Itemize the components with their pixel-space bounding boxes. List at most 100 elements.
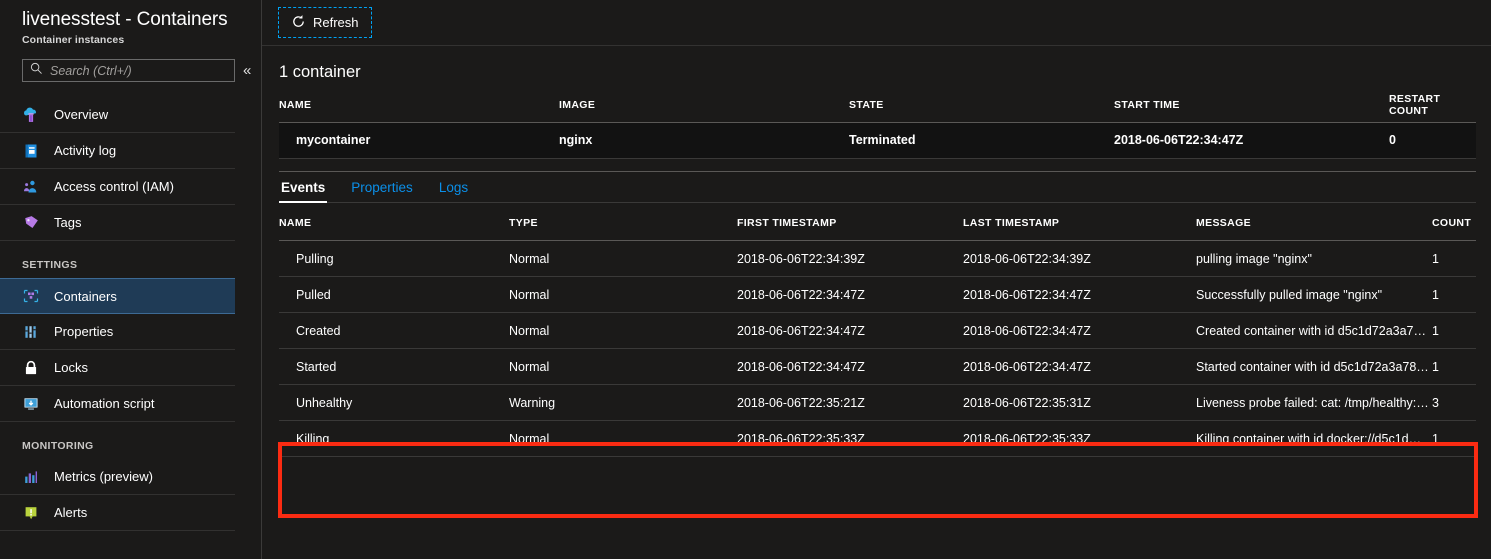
sidebar-item-activity-log[interactable]: Activity log (0, 133, 235, 169)
sidebar-item-properties[interactable]: Properties (0, 314, 235, 350)
detail-tabs-wrapper: Events Properties Logs (262, 170, 1491, 203)
cell-event-type: Normal (509, 348, 737, 385)
cell-event-name: Pulled (279, 276, 509, 313)
table-row[interactable]: Killing Normal 2018-06-06T22:35:33Z 2018… (279, 420, 1476, 457)
blade-content: Refresh 1 container NAME IMAGE STATE STA… (262, 0, 1491, 559)
cell-event-last-timestamp: 2018-06-06T22:35:31Z (963, 384, 1196, 421)
table-row[interactable]: Pulling Normal 2018-06-06T22:34:39Z 2018… (279, 240, 1476, 277)
cell-event-first-timestamp: 2018-06-06T22:34:47Z (737, 312, 963, 349)
activity-log-icon (22, 142, 40, 160)
cell-event-count: 1 (1432, 240, 1476, 277)
cell-event-last-timestamp: 2018-06-06T22:34:39Z (963, 240, 1196, 277)
properties-icon (22, 323, 40, 341)
tab-events[interactable]: Events (279, 180, 328, 203)
cloud-pillar-icon (22, 106, 40, 124)
column-header-name[interactable]: NAME (279, 206, 509, 241)
cell-container-start-time: 2018-06-06T22:34:47Z (1114, 122, 1389, 159)
cell-event-type: Normal (509, 312, 737, 349)
lock-icon (22, 359, 40, 377)
cell-event-message: Liveness probe failed: cat: /tmp/healthy… (1196, 384, 1432, 421)
column-header-type[interactable]: TYPE (509, 206, 737, 241)
cell-container-restart-count: 0 (1389, 122, 1476, 159)
containers-icon (22, 287, 40, 305)
events-table-wrapper: NAME TYPE FIRST TIMESTAMP LAST TIMESTAMP… (262, 203, 1491, 457)
tag-icon (22, 214, 40, 232)
sidebar-item-label: Containers (54, 288, 117, 304)
cell-event-first-timestamp: 2018-06-06T22:35:21Z (737, 384, 963, 421)
column-header-last-timestamp[interactable]: LAST TIMESTAMP (963, 206, 1196, 241)
refresh-label: Refresh (313, 15, 359, 30)
cell-event-count: 3 (1432, 384, 1476, 421)
events-header-row: NAME TYPE FIRST TIMESTAMP LAST TIMESTAMP… (279, 206, 1476, 241)
containers-header-row: NAME IMAGE STATE START TIME RESTART COUN… (279, 88, 1476, 123)
cell-event-last-timestamp: 2018-06-06T22:35:33Z (963, 420, 1196, 457)
sidebar-item-label: Locks (54, 360, 88, 375)
blade-sidebar: livenesstest - Containers Container inst… (0, 0, 262, 559)
containers-table-wrapper: NAME IMAGE STATE START TIME RESTART COUN… (262, 82, 1491, 159)
containers-table: NAME IMAGE STATE START TIME RESTART COUN… (279, 88, 1476, 159)
cell-container-image: nginx (559, 122, 849, 159)
table-row[interactable]: Unhealthy Warning 2018-06-06T22:35:21Z 2… (279, 384, 1476, 421)
sidebar-item-automation-script[interactable]: Automation script (0, 386, 235, 422)
column-header-state[interactable]: STATE (849, 88, 1114, 123)
sidebar-nav: Overview Activity log Access control (IA… (0, 97, 261, 531)
sidebar-item-label: Alerts (54, 505, 88, 520)
table-row[interactable]: Started Normal 2018-06-06T22:34:47Z 2018… (279, 348, 1476, 385)
sidebar-item-metrics[interactable]: Metrics (preview) (0, 459, 235, 495)
sidebar-item-locks[interactable]: Locks (0, 350, 235, 386)
refresh-icon (291, 14, 306, 32)
tab-properties[interactable]: Properties (349, 180, 415, 202)
refresh-button[interactable]: Refresh (278, 7, 372, 38)
sidebar-item-label: Overview (54, 107, 109, 122)
cell-event-first-timestamp: 2018-06-06T22:34:47Z (737, 276, 963, 313)
detail-tabs: Events Properties Logs (279, 170, 1476, 203)
sidebar-item-label: Access control (IAM) (54, 179, 174, 194)
search-box[interactable] (22, 59, 235, 82)
cell-event-last-timestamp: 2018-06-06T22:34:47Z (963, 312, 1196, 349)
table-row[interactable]: mycontainer nginx Terminated 2018-06-06T… (279, 122, 1476, 159)
metrics-chart-icon (22, 468, 40, 486)
cell-event-first-timestamp: 2018-06-06T22:34:47Z (737, 348, 963, 385)
automation-script-icon (22, 395, 40, 413)
cell-event-first-timestamp: 2018-06-06T22:34:39Z (737, 240, 963, 277)
column-header-name[interactable]: NAME (279, 88, 559, 123)
table-row[interactable]: Pulled Normal 2018-06-06T22:34:47Z 2018-… (279, 276, 1476, 313)
sidebar-item-label: Properties (54, 324, 114, 339)
column-header-restart-count[interactable]: RESTART COUNT (1389, 88, 1476, 123)
cell-container-state: Terminated (849, 122, 1114, 159)
cell-event-message: Started container with id d5c1d72a3a78… (1196, 348, 1432, 385)
cell-event-type: Normal (509, 420, 737, 457)
column-header-message[interactable]: MESSAGE (1196, 206, 1432, 241)
column-header-image[interactable]: IMAGE (559, 88, 849, 123)
cell-event-type: Warning (509, 384, 737, 421)
cell-event-name: Started (279, 348, 509, 385)
sidebar-section-monitoring: MONITORING (22, 440, 94, 452)
sidebar-section-settings: SETTINGS (22, 259, 78, 271)
cell-event-message: Killing container with id docker://d5c1d… (1196, 420, 1432, 457)
cell-event-message: Successfully pulled image "nginx" (1196, 276, 1432, 313)
events-table: NAME TYPE FIRST TIMESTAMP LAST TIMESTAMP… (279, 206, 1476, 457)
cell-event-type: Normal (509, 276, 737, 313)
cell-event-count: 1 (1432, 348, 1476, 385)
cell-event-count: 1 (1432, 420, 1476, 457)
cell-event-first-timestamp: 2018-06-06T22:35:33Z (737, 420, 963, 457)
sidebar-item-containers[interactable]: Containers (0, 278, 235, 314)
sidebar-item-alerts[interactable]: Alerts (0, 495, 235, 531)
search-input[interactable] (50, 63, 220, 78)
sidebar-item-tags[interactable]: Tags (0, 205, 235, 241)
collapse-sidebar-icon[interactable]: « (243, 63, 251, 78)
table-row[interactable]: Created Normal 2018-06-06T22:34:47Z 2018… (279, 312, 1476, 349)
tab-logs[interactable]: Logs (437, 180, 470, 202)
cell-event-last-timestamp: 2018-06-06T22:34:47Z (963, 276, 1196, 313)
sidebar-item-access-control[interactable]: Access control (IAM) (0, 169, 235, 205)
search-icon (30, 62, 43, 80)
sidebar-item-label: Metrics (preview) (54, 469, 153, 484)
column-header-count[interactable]: COUNT (1432, 206, 1476, 241)
cell-event-message: pulling image "nginx" (1196, 240, 1432, 277)
column-header-start-time[interactable]: START TIME (1114, 88, 1389, 123)
page-subtitle: Container instances (22, 34, 125, 46)
column-header-first-timestamp[interactable]: FIRST TIMESTAMP (737, 206, 963, 241)
cell-event-count: 1 (1432, 312, 1476, 349)
sidebar-item-overview[interactable]: Overview (0, 97, 235, 133)
page-title: livenesstest - Containers (22, 9, 228, 30)
